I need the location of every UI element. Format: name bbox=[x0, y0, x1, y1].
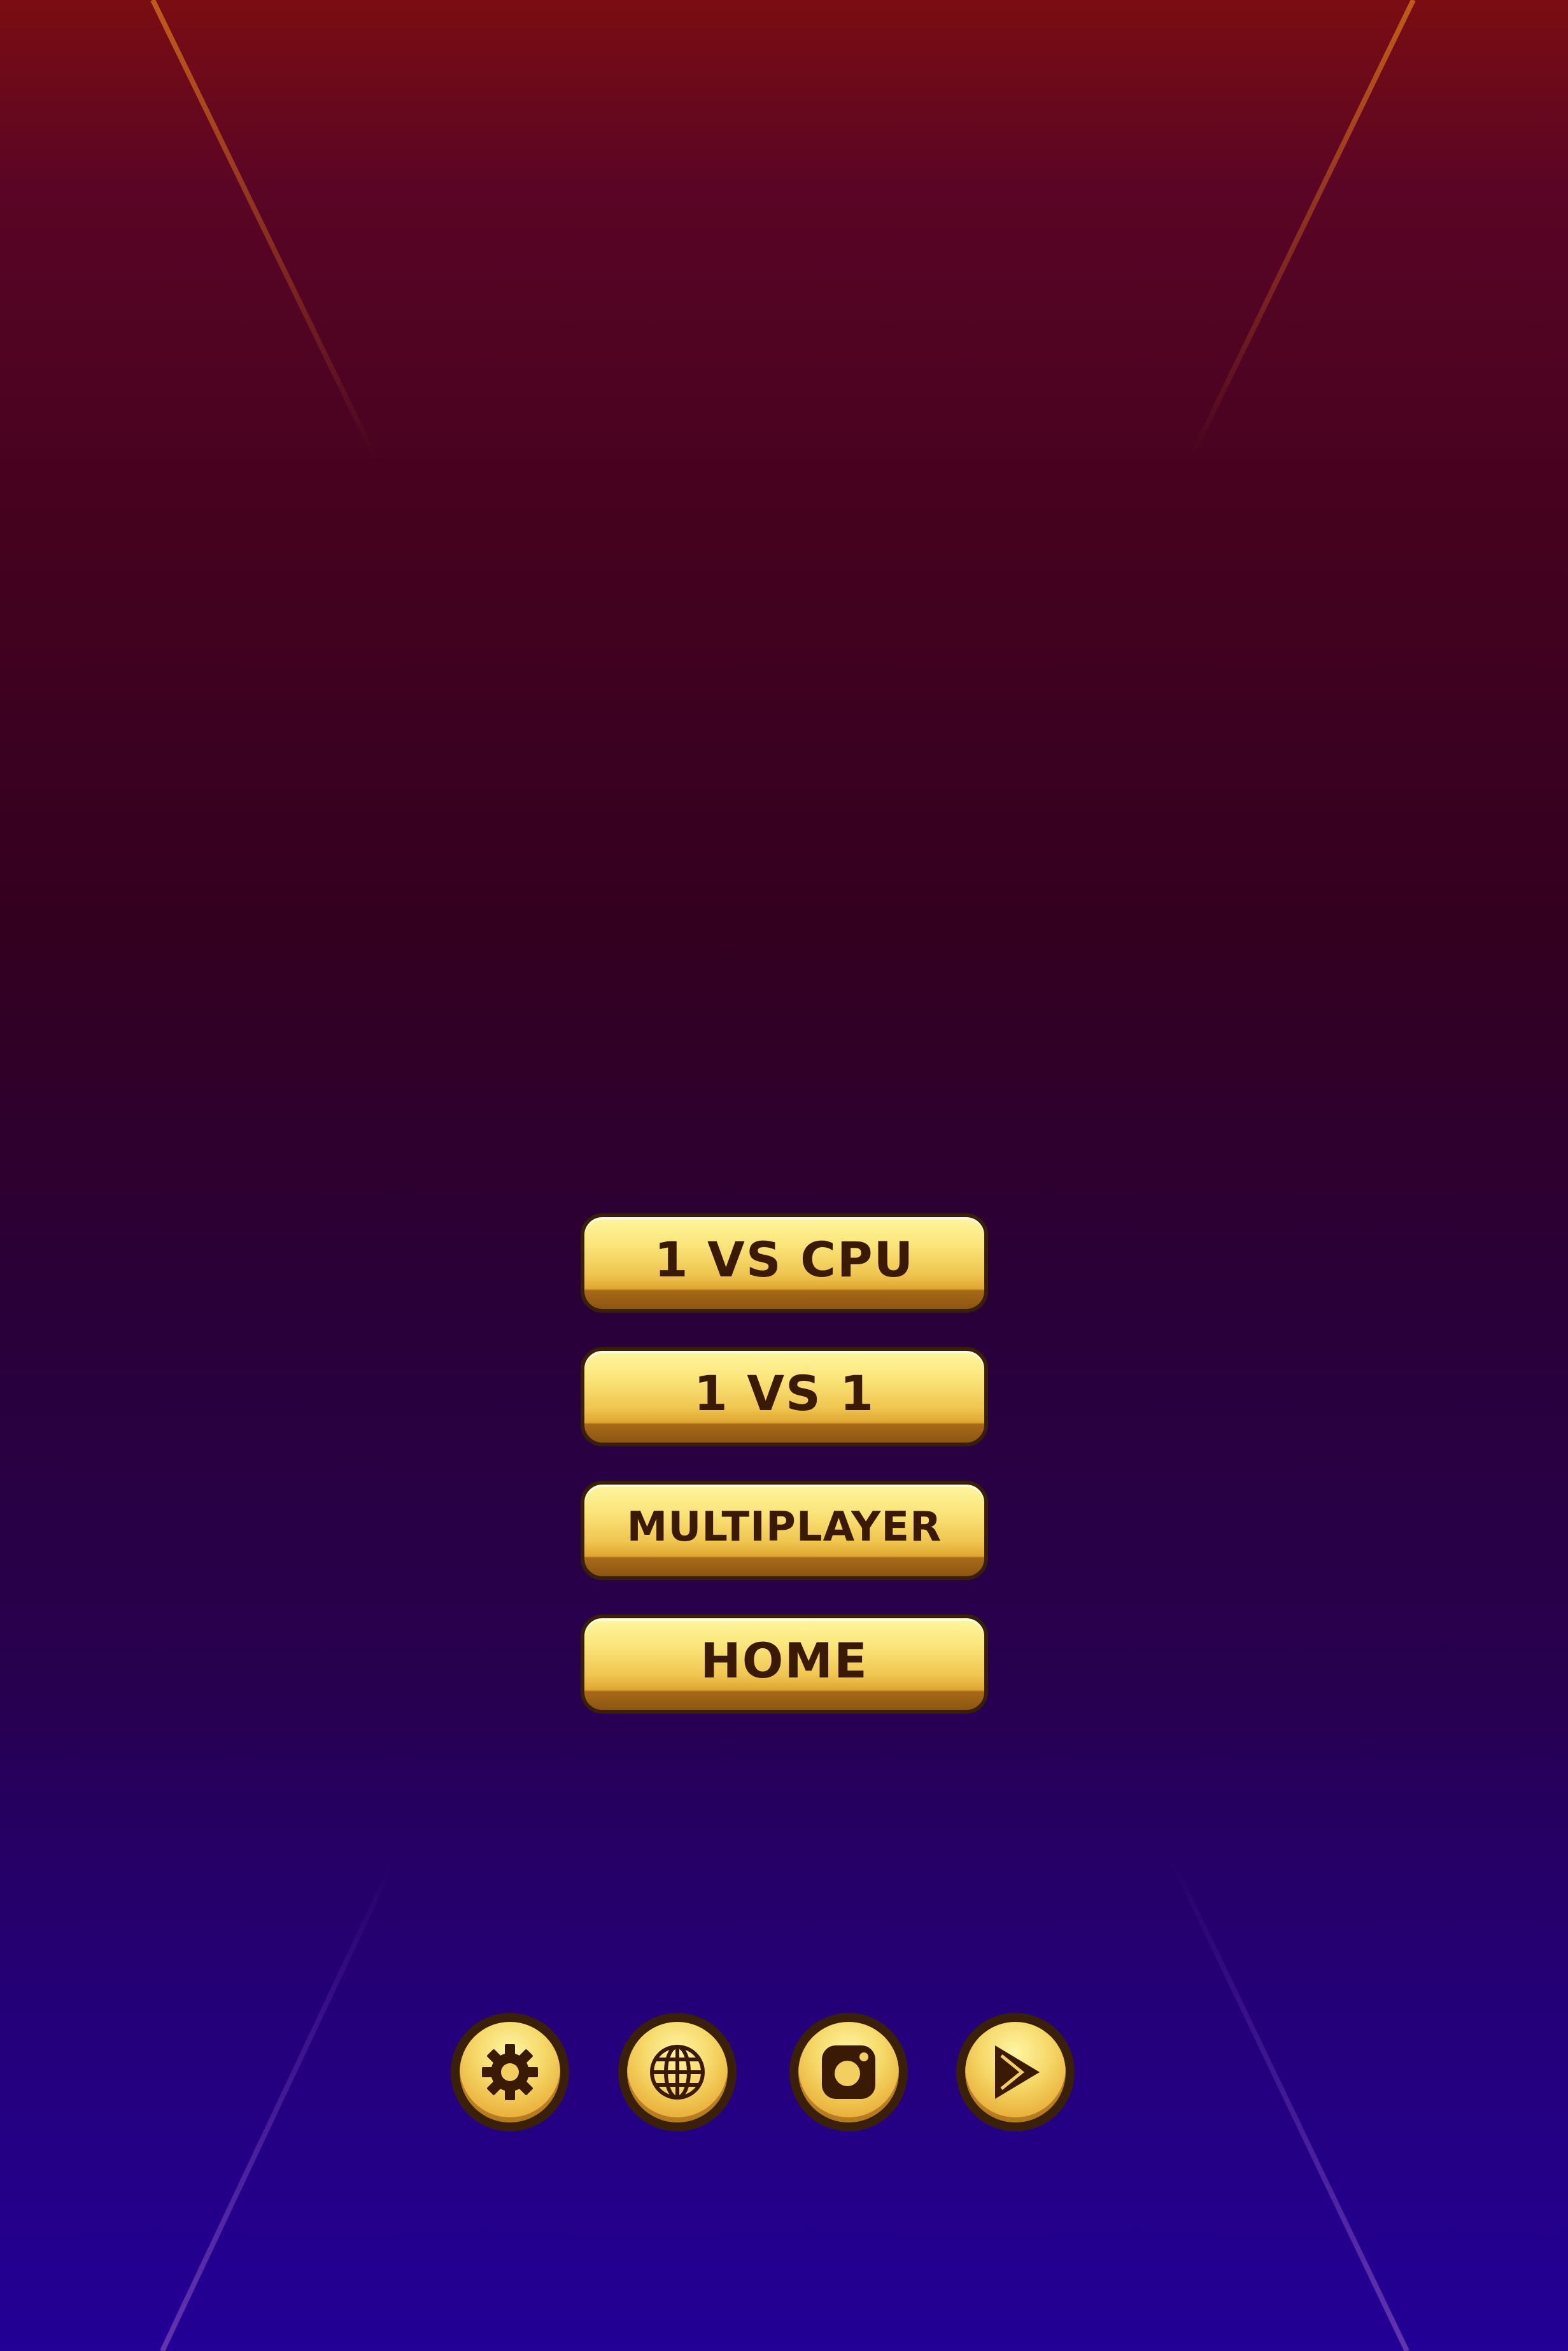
multiplayer-button[interactable]: MULTIPLAYER bbox=[581, 1481, 988, 1580]
background-grid bbox=[0, 0, 1568, 2351]
settings-button[interactable] bbox=[451, 2013, 569, 2131]
home-button[interactable]: HOME bbox=[581, 1614, 988, 1714]
home-label: HOME bbox=[700, 1632, 868, 1689]
game-menu-screen: 1 VS CPU 1 VS 1 MULTIPLAYER HOME bbox=[0, 0, 1568, 2351]
instagram-icon bbox=[822, 2045, 875, 2099]
one-vs-one-button[interactable]: 1 VS 1 bbox=[581, 1347, 988, 1446]
main-menu: 1 VS CPU 1 VS 1 MULTIPLAYER HOME bbox=[581, 1213, 988, 1748]
vs-cpu-button[interactable]: 1 VS CPU bbox=[581, 1213, 988, 1313]
globe-icon bbox=[650, 2045, 705, 2100]
website-button[interactable] bbox=[618, 2013, 737, 2131]
instagram-button[interactable] bbox=[789, 2013, 908, 2131]
footer-icon-bar bbox=[0, 2013, 1568, 2131]
play-store-button[interactable] bbox=[956, 2013, 1075, 2131]
play-store-icon bbox=[995, 2045, 1040, 2099]
gear-icon bbox=[482, 2044, 538, 2100]
one-vs-one-label: 1 VS 1 bbox=[693, 1365, 875, 1422]
multiplayer-label: MULTIPLAYER bbox=[626, 1504, 942, 1551]
vs-cpu-label: 1 VS CPU bbox=[654, 1231, 915, 1288]
